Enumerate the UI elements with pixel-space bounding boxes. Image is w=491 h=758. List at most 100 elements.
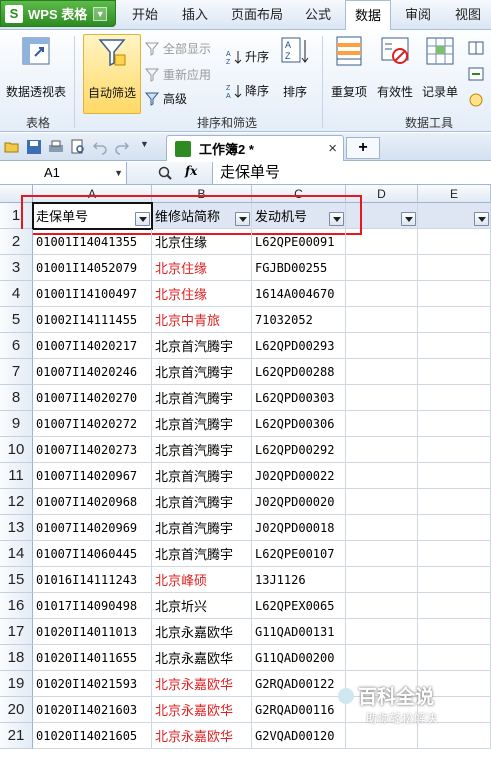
cell-engine-no[interactable]: L62QPD00293 bbox=[252, 333, 346, 359]
row-header[interactable]: 12 bbox=[0, 489, 33, 515]
reapply-button[interactable]: 重新应用 bbox=[144, 66, 211, 83]
cell-empty[interactable] bbox=[346, 541, 418, 567]
row-header[interactable]: 18 bbox=[0, 645, 33, 671]
cell-empty[interactable] bbox=[418, 619, 491, 645]
cell-engine-no[interactable]: L62QPE00091 bbox=[252, 229, 346, 255]
cell-engine-no[interactable]: G2RQAD00122 bbox=[252, 671, 346, 697]
cell-policy-no[interactable]: 01007I14020968 bbox=[33, 489, 152, 515]
split-column-icon[interactable] bbox=[468, 40, 484, 56]
cell-policy-no[interactable]: 01007I14060445 bbox=[33, 541, 152, 567]
cell-empty[interactable] bbox=[346, 359, 418, 385]
cell-empty[interactable] bbox=[418, 645, 491, 671]
cell-policy-no[interactable]: 01007I14020272 bbox=[33, 411, 152, 437]
cell-engine-no[interactable]: J02QPD00022 bbox=[252, 463, 346, 489]
row-header[interactable]: 5 bbox=[0, 307, 33, 333]
cell-station[interactable]: 北京首汽腾宇 bbox=[152, 541, 252, 567]
row-header[interactable]: 3 bbox=[0, 255, 33, 281]
show-all-button[interactable]: 全部显示 bbox=[144, 40, 211, 57]
merge-calc-icon[interactable] bbox=[468, 66, 484, 82]
row-header[interactable]: 21 bbox=[0, 723, 33, 749]
undo-icon[interactable] bbox=[92, 139, 108, 155]
cell-engine-no[interactable]: G2VQAD00120 bbox=[252, 723, 346, 749]
cell-engine-no[interactable]: L62QPD00288 bbox=[252, 359, 346, 385]
cell-empty[interactable] bbox=[346, 307, 418, 333]
insert-function-icon[interactable]: fx bbox=[185, 164, 197, 178]
print-preview-icon[interactable] bbox=[70, 139, 86, 155]
row-header[interactable]: 7 bbox=[0, 359, 33, 385]
cell-empty[interactable] bbox=[418, 463, 491, 489]
cell-policy-no[interactable]: 01020I14021605 bbox=[33, 723, 152, 749]
cell-station[interactable]: 北京中青旅 bbox=[152, 307, 252, 333]
cell-empty[interactable] bbox=[418, 333, 491, 359]
cell-empty[interactable] bbox=[346, 489, 418, 515]
cell-empty[interactable] bbox=[418, 281, 491, 307]
filter-dropdown-d[interactable] bbox=[401, 212, 416, 226]
cell-policy-no[interactable]: 01007I14020270 bbox=[33, 385, 152, 411]
row-header[interactable]: 19 bbox=[0, 671, 33, 697]
cell-station[interactable]: 北京首汽腾宇 bbox=[152, 463, 252, 489]
cell-station[interactable]: 北京住缘 bbox=[152, 229, 252, 255]
row-header[interactable]: 15 bbox=[0, 567, 33, 593]
cell-station[interactable]: 北京永嘉欧华 bbox=[152, 697, 252, 723]
quick-access-dropdown-icon[interactable]: ▼ bbox=[140, 139, 149, 149]
magnifier-icon[interactable] bbox=[157, 165, 173, 181]
cell-empty[interactable] bbox=[346, 567, 418, 593]
document-tab[interactable]: 工作簿2 * × bbox=[166, 135, 344, 161]
cell-empty[interactable] bbox=[346, 333, 418, 359]
cell-engine-no[interactable]: J02QPD00018 bbox=[252, 515, 346, 541]
cell-empty[interactable] bbox=[418, 593, 491, 619]
spreadsheet-grid[interactable]: A B C D E 1 走保单号 维修站简称 发动机号 2 01001I14041… bbox=[0, 185, 491, 758]
cell-station[interactable]: 北京永嘉欧华 bbox=[152, 723, 252, 749]
cell-empty[interactable] bbox=[346, 593, 418, 619]
cell-engine-no[interactable]: L62QPD00306 bbox=[252, 411, 346, 437]
tab-formulas[interactable]: 公式 bbox=[296, 0, 340, 30]
cell-empty[interactable] bbox=[346, 515, 418, 541]
print-icon[interactable] bbox=[48, 139, 64, 155]
cell-policy-no[interactable]: 01001I14052079 bbox=[33, 255, 152, 281]
cell-station[interactable]: 北京首汽腾宇 bbox=[152, 359, 252, 385]
duplicates-button[interactable]: 重复项 bbox=[326, 34, 372, 110]
advanced-filter-button[interactable]: 高级 bbox=[144, 90, 187, 107]
cell-engine-no[interactable]: L62QPD00303 bbox=[252, 385, 346, 411]
cell-empty[interactable] bbox=[346, 229, 418, 255]
cell-station[interactable]: 北京峰硕 bbox=[152, 567, 252, 593]
open-folder-icon[interactable] bbox=[4, 139, 20, 155]
cell-empty[interactable] bbox=[346, 437, 418, 463]
sort-ascending-button[interactable]: AZ 升序 bbox=[226, 48, 269, 65]
cell-policy-no[interactable]: 01016I14111243 bbox=[33, 567, 152, 593]
tab-insert[interactable]: 插入 bbox=[172, 0, 218, 30]
cell-policy-no[interactable]: 01007I14020217 bbox=[33, 333, 152, 359]
row-header[interactable]: 8 bbox=[0, 385, 33, 411]
cell-station[interactable]: 北京首汽腾宇 bbox=[152, 489, 252, 515]
tab-review[interactable]: 审阅 bbox=[396, 0, 440, 30]
cell-policy-no[interactable]: 01007I14020246 bbox=[33, 359, 152, 385]
cell-engine-no[interactable]: 71032052 bbox=[252, 307, 346, 333]
cell-empty[interactable] bbox=[418, 229, 491, 255]
cell-station[interactable]: 北京首汽腾宇 bbox=[152, 333, 252, 359]
cell-policy-no[interactable]: 01007I14020967 bbox=[33, 463, 152, 489]
sort-button[interactable]: A Z 排序 bbox=[276, 34, 314, 110]
cell-engine-no[interactable]: L62QPEX0065 bbox=[252, 593, 346, 619]
cell-empty[interactable] bbox=[346, 281, 418, 307]
save-icon[interactable] bbox=[26, 139, 42, 155]
cell-engine-no[interactable]: L62QPD00292 bbox=[252, 437, 346, 463]
cell-policy-no[interactable]: 01020I14021603 bbox=[33, 697, 152, 723]
cell-policy-no[interactable]: 01017I14090498 bbox=[33, 593, 152, 619]
cell-station[interactable]: 北京永嘉欧华 bbox=[152, 619, 252, 645]
pivot-table-button[interactable]: 数据透视表 bbox=[4, 34, 68, 110]
cell-station[interactable]: 北京首汽腾宇 bbox=[152, 385, 252, 411]
chevron-down-icon[interactable]: ▼ bbox=[114, 162, 123, 184]
cell-station[interactable]: 北京首汽腾宇 bbox=[152, 437, 252, 463]
row-header[interactable]: 20 bbox=[0, 697, 33, 723]
filter-dropdown-e[interactable] bbox=[474, 212, 489, 226]
name-box[interactable]: A1 ▼ bbox=[0, 162, 127, 184]
formula-input[interactable]: 走保单号 bbox=[220, 162, 280, 184]
cell-policy-no[interactable]: 01002I14111455 bbox=[33, 307, 152, 333]
cell-policy-no[interactable]: 01007I14020969 bbox=[33, 515, 152, 541]
sort-descending-button[interactable]: ZA 降序 bbox=[226, 82, 269, 99]
row-header[interactable]: 9 bbox=[0, 411, 33, 437]
cell-station[interactable]: 北京住缘 bbox=[152, 281, 252, 307]
chevron-down-icon[interactable]: ▼ bbox=[93, 6, 108, 21]
cell-policy-no[interactable]: 01020I14011013 bbox=[33, 619, 152, 645]
cell-empty[interactable] bbox=[346, 645, 418, 671]
